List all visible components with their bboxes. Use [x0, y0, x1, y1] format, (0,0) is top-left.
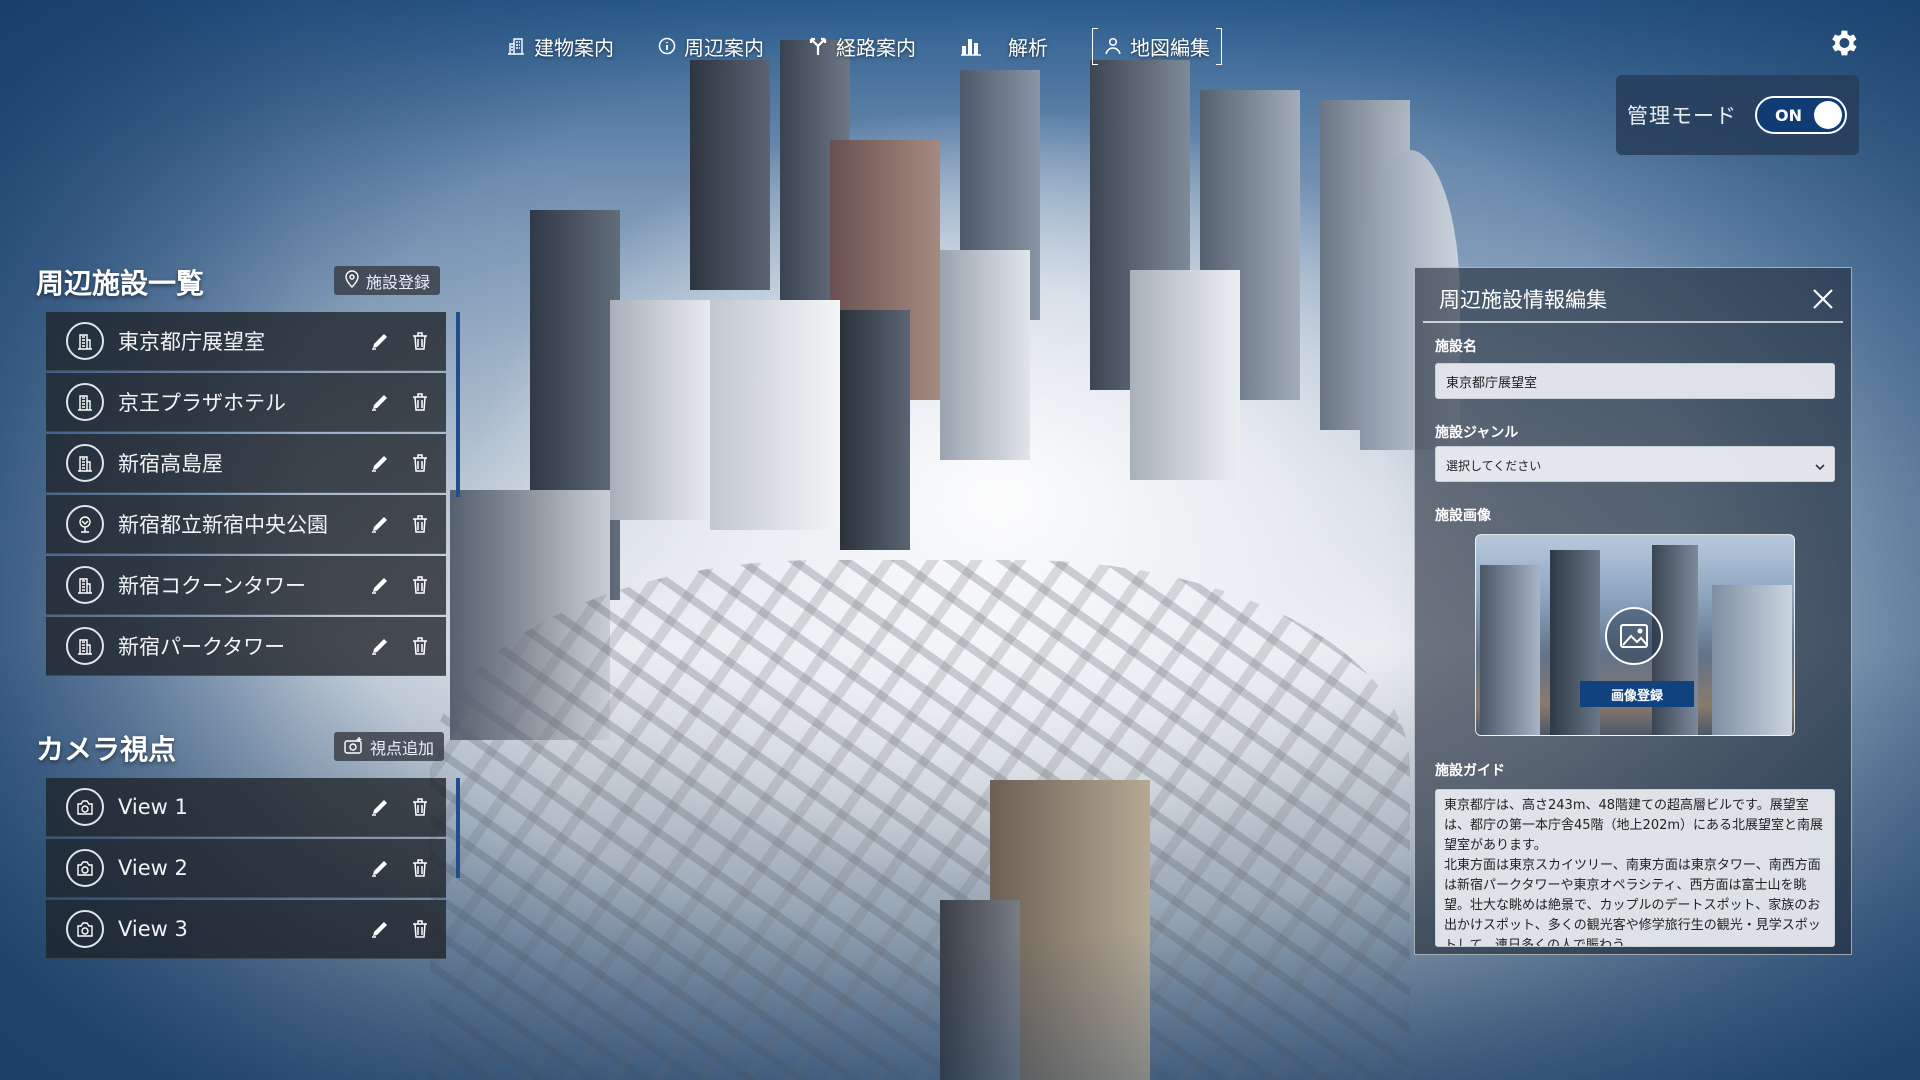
edit-pencil-icon[interactable] [360, 453, 400, 473]
list-item-label: 京王プラザホテル [118, 391, 286, 415]
register-facility-button[interactable]: 施設登録 [334, 266, 441, 295]
list-item-label: 新宿高島屋 [118, 452, 223, 476]
facility-list-item[interactable]: 新宿コクーンタワー [46, 556, 446, 615]
facility-list-title: 周辺施設一覧 [36, 267, 205, 300]
camera-viewpoint-list: View 1 View 2 View 3 [46, 778, 446, 961]
facility-list-item[interactable]: 新宿パークタワー [46, 617, 446, 676]
building-icon [66, 322, 104, 360]
toggle-state-label: ON [1775, 106, 1802, 125]
building-icon [66, 627, 104, 665]
facility-list-item[interactable]: 京王プラザホテル [46, 373, 446, 432]
nav-label: 周辺案内 [684, 35, 764, 60]
info-icon [658, 37, 676, 55]
camera-icon [66, 788, 104, 826]
delete-trash-icon[interactable] [400, 858, 440, 878]
facility-list: 東京都庁展望室 京王プラザホテル 新宿高島屋新宿都立新宿中央公園 新宿コクーンタワー新… [46, 312, 446, 678]
camera-viewpoint-item[interactable]: View 1 [46, 778, 446, 837]
admin-mode-panel: 管理モード ON [1616, 75, 1859, 155]
nav-label: 解析 [1008, 35, 1048, 60]
divider [1423, 321, 1843, 323]
facility-genre-label: 施設ジャンル [1435, 425, 1519, 441]
edit-pencil-icon[interactable] [360, 636, 400, 656]
admin-mode-toggle[interactable]: ON [1755, 96, 1847, 134]
edit-panel-title: 周辺施設情報編集 [1439, 288, 1607, 312]
register-facility-label: 施設登録 [366, 272, 431, 292]
facility-list-item[interactable]: 東京都庁展望室 [46, 312, 446, 371]
list-item-label: 東京都庁展望室 [118, 330, 265, 354]
delete-trash-icon[interactable] [400, 331, 440, 351]
list-item-label: View 3 [118, 917, 188, 941]
facility-image-preview: 画像登録 [1475, 534, 1795, 736]
location-pin-icon [344, 269, 360, 292]
delete-trash-icon[interactable] [400, 514, 440, 534]
list-item-label: 新宿コクーンタワー [118, 574, 306, 598]
nav-building-guide[interactable]: 建物案内 [506, 32, 614, 61]
camera-icon [66, 910, 104, 948]
camera-add-icon [344, 736, 364, 758]
facility-genre-select[interactable]: 選択してください [1435, 446, 1835, 482]
facility-edit-panel: 周辺施設情報編集 施設名 東京都庁展望室 施設ジャンル 選択してください 施設画… [1414, 267, 1852, 955]
list-item-label: 新宿都立新宿中央公園 [118, 513, 328, 537]
building-icon [66, 566, 104, 604]
nav-label: 地図編集 [1130, 35, 1210, 60]
camera-viewpoints-title: カメラ視点 [36, 733, 177, 766]
analysis-icon [960, 36, 982, 56]
nav-label: 経路案内 [836, 35, 916, 60]
route-icon [808, 36, 828, 56]
building-icon [66, 444, 104, 482]
camera-icon [66, 849, 104, 887]
edit-pencil-icon[interactable] [360, 331, 400, 351]
facility-name-input[interactable]: 東京都庁展望室 [1435, 363, 1835, 399]
image-icon[interactable] [1605, 607, 1663, 665]
add-viewpoint-button[interactable]: 視点追加 [334, 732, 445, 761]
facility-guide-textarea[interactable]: 東京都庁は、高さ243m、48階建ての超高層ビルです。展望室は、都庁の第一本庁舎… [1435, 789, 1835, 947]
admin-mode-label: 管理モード [1627, 104, 1737, 128]
chevron-down-icon [1814, 458, 1826, 477]
facility-guide-label: 施設ガイド [1435, 763, 1505, 779]
facility-name-label: 施設名 [1435, 339, 1477, 355]
building-icon [66, 383, 104, 421]
list-item-label: View 1 [118, 795, 188, 819]
delete-trash-icon[interactable] [400, 392, 440, 412]
park-icon [66, 505, 104, 543]
edit-pencil-icon[interactable] [360, 575, 400, 595]
facility-list-scrollbar[interactable] [456, 312, 460, 497]
nav-analysis[interactable]: 解析 [960, 32, 1048, 61]
delete-trash-icon[interactable] [400, 575, 440, 595]
photo-tower [1550, 550, 1600, 735]
nav-label: 建物案内 [534, 35, 614, 60]
list-item-label: 新宿パークタワー [118, 635, 286, 659]
edit-pencil-icon[interactable] [360, 514, 400, 534]
photo-tower [1480, 565, 1540, 735]
toggle-knob [1814, 101, 1842, 129]
camera-viewpoint-item[interactable]: View 2 [46, 839, 446, 898]
delete-trash-icon[interactable] [400, 797, 440, 817]
top-navigation: 建物案内 周辺案内 経路案内 解析 地図編集 [506, 27, 1266, 65]
edit-pencil-icon[interactable] [360, 392, 400, 412]
nav-route-guide[interactable]: 経路案内 [808, 32, 916, 61]
close-icon[interactable] [1810, 286, 1836, 312]
delete-trash-icon[interactable] [400, 636, 440, 656]
genre-selected-value: 選択してください [1446, 459, 1542, 473]
list-item-label: View 2 [118, 856, 188, 880]
add-viewpoint-label: 視点追加 [370, 738, 435, 758]
facility-image-label: 施設画像 [1435, 508, 1491, 524]
photo-tower [1712, 585, 1792, 735]
settings-gear-icon[interactable] [1826, 26, 1860, 60]
facility-list-item[interactable]: 新宿都立新宿中央公園 [46, 495, 446, 554]
camera-list-scrollbar[interactable] [456, 778, 460, 878]
edit-pencil-icon[interactable] [360, 797, 400, 817]
map-edit-icon [1104, 37, 1122, 55]
delete-trash-icon[interactable] [400, 919, 440, 939]
register-image-button[interactable]: 画像登録 [1580, 681, 1694, 707]
facility-list-item[interactable]: 新宿高島屋 [46, 434, 446, 493]
camera-viewpoint-item[interactable]: View 3 [46, 900, 446, 959]
edit-pencil-icon[interactable] [360, 919, 400, 939]
delete-trash-icon[interactable] [400, 453, 440, 473]
nav-map-edit[interactable]: 地図編集 [1092, 27, 1222, 65]
building-icon [506, 36, 526, 56]
nav-surroundings-guide[interactable]: 周辺案内 [658, 32, 764, 61]
edit-pencil-icon[interactable] [360, 858, 400, 878]
